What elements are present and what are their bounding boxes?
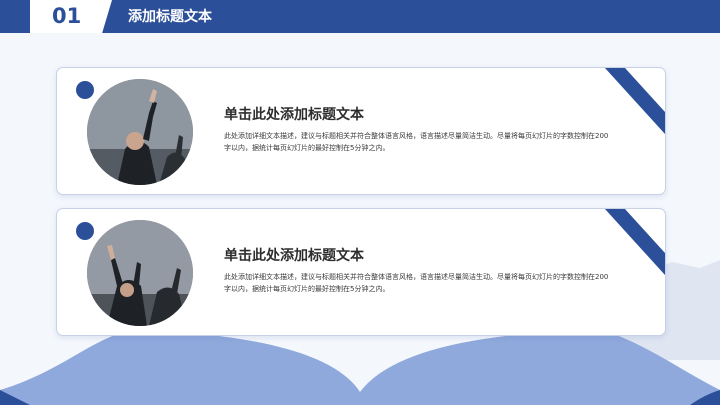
- accent-dot: [76, 222, 94, 240]
- content-card[interactable]: 单击此处添加标题文本 此处添加详细文本描述，建议与标题相关并符合整体语言风格，语…: [56, 67, 666, 195]
- corner-stripe-decoration: [605, 68, 665, 138]
- card-description: 此处添加详细文本描述，建议与标题相关并符合整体语言风格，语言描述尽量简洁生动。尽…: [224, 273, 609, 293]
- card-description: 此处添加详细文本描述，建议与标题相关并符合整体语言风格，语言描述尽量简洁生动。尽…: [224, 132, 609, 152]
- background-decoration: [0, 260, 720, 405]
- section-title: 添加标题文本: [128, 9, 212, 25]
- section-number: 01: [52, 4, 82, 28]
- graduates-photo: [87, 79, 193, 185]
- accent-dot: [76, 81, 94, 99]
- graduates-photo: [87, 220, 193, 326]
- bottom-wave-light: [0, 330, 720, 405]
- card-title: 单击此处添加标题文本: [224, 248, 364, 264]
- corner-stripe-decoration: [605, 209, 665, 279]
- content-card[interactable]: 单击此处添加标题文本 此处添加详细文本描述，建议与标题相关并符合整体语言风格，语…: [56, 208, 666, 336]
- card-title: 单击此处添加标题文本: [224, 107, 364, 123]
